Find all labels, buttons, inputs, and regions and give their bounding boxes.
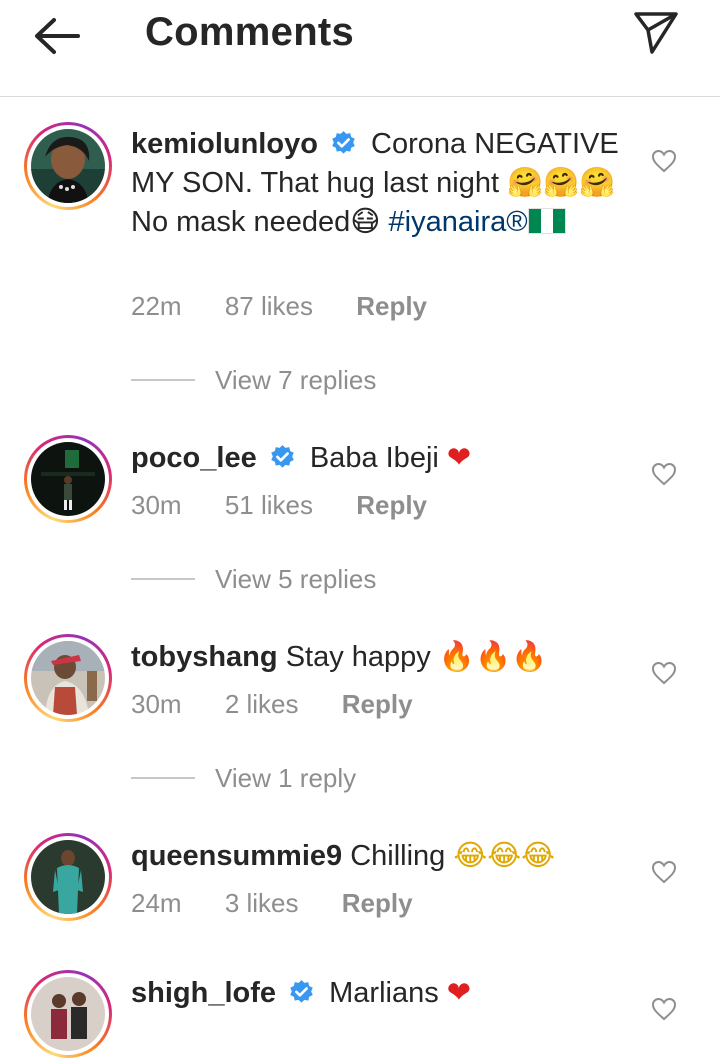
laughing-emoji-icon: 😂😂😂 bbox=[453, 838, 556, 872]
comment-time: 30m bbox=[131, 490, 182, 520]
replies-divider bbox=[131, 379, 195, 381]
comment-username[interactable]: poco_lee bbox=[131, 442, 257, 474]
comment-likes[interactable]: 87 likes bbox=[225, 291, 313, 321]
comment-likes[interactable]: 3 likes bbox=[225, 888, 299, 918]
replies-divider bbox=[131, 578, 195, 580]
top-bar: Comments bbox=[0, 0, 720, 97]
comment-username[interactable]: kemiolunloyo bbox=[131, 128, 318, 160]
reply-button[interactable]: Reply bbox=[356, 490, 427, 520]
mask-emoji-icon: 😷 bbox=[350, 204, 381, 238]
view-replies-label: View 1 reply bbox=[215, 763, 357, 793]
comment-meta: 30m 2 likes Reply bbox=[131, 689, 449, 720]
comment-text: tobyshang Stay happy 🔥🔥🔥 bbox=[131, 637, 631, 676]
comment-text: poco_lee Baba Ibeji ❤ bbox=[131, 438, 631, 477]
red-heart-emoji-icon: ❤ bbox=[446, 440, 472, 474]
comment-time: 30m bbox=[131, 689, 182, 719]
comment-likes[interactable]: 2 likes bbox=[225, 689, 299, 719]
view-replies-button[interactable]: View 7 replies bbox=[131, 365, 376, 396]
view-replies-button[interactable]: View 1 reply bbox=[131, 763, 356, 794]
avatar[interactable] bbox=[24, 435, 112, 523]
page-title: Comments bbox=[145, 10, 355, 54]
comment-body: Chilling bbox=[350, 840, 446, 872]
replies-divider bbox=[131, 777, 195, 779]
send-direct-icon[interactable] bbox=[630, 8, 682, 54]
like-heart-icon[interactable] bbox=[651, 997, 677, 1021]
reply-button[interactable]: Reply bbox=[356, 291, 427, 321]
comment-body-cont: No mask needed bbox=[131, 206, 351, 238]
like-heart-icon[interactable] bbox=[651, 149, 677, 173]
fire-emoji-icon: 🔥🔥🔥 bbox=[438, 639, 548, 673]
avatar[interactable] bbox=[24, 122, 112, 210]
comment-username[interactable]: queensummie9 bbox=[131, 840, 342, 872]
comment-body: Baba Ibeji bbox=[309, 442, 439, 474]
verified-badge-icon bbox=[290, 980, 313, 1003]
hashtag-link[interactable]: #iyanaira® bbox=[389, 206, 528, 238]
verified-badge-icon bbox=[332, 131, 355, 154]
verified-badge-icon bbox=[271, 445, 294, 468]
like-heart-icon[interactable] bbox=[651, 661, 677, 685]
view-replies-label: View 5 replies bbox=[215, 564, 377, 594]
view-replies-label: View 7 replies bbox=[215, 365, 377, 395]
like-heart-icon[interactable] bbox=[651, 860, 677, 884]
comment-text: kemiolunloyo Corona NEGATIVE MY SON. Tha… bbox=[131, 125, 631, 241]
comment-likes[interactable]: 51 likes bbox=[225, 490, 313, 520]
reply-button[interactable]: Reply bbox=[342, 689, 413, 719]
hug-emoji-icon: 🤗🤗🤗 bbox=[507, 165, 616, 199]
comment-meta: 22m 87 likes Reply bbox=[131, 291, 463, 322]
comment-text: queensummie9 Chilling 😂😂😂 bbox=[131, 836, 631, 875]
back-arrow-icon[interactable] bbox=[30, 14, 82, 58]
avatar[interactable] bbox=[24, 634, 112, 722]
reply-button[interactable]: Reply bbox=[342, 888, 413, 918]
comment-body: Marlians bbox=[329, 977, 439, 1009]
comment-meta: 30m 51 likes Reply bbox=[131, 490, 463, 521]
avatar[interactable] bbox=[24, 970, 112, 1058]
comment-body: Stay happy bbox=[285, 641, 431, 673]
comment-meta: 24m 3 likes Reply bbox=[131, 888, 449, 919]
view-replies-button[interactable]: View 5 replies bbox=[131, 564, 376, 595]
comment-username[interactable]: tobyshang bbox=[131, 641, 278, 673]
comment-username[interactable]: shigh_lofe bbox=[131, 977, 276, 1009]
like-heart-icon[interactable] bbox=[651, 462, 677, 486]
avatar[interactable] bbox=[24, 833, 112, 921]
comment-time: 22m bbox=[131, 291, 182, 321]
comment-time: 24m bbox=[131, 888, 182, 918]
nigeria-flag-icon bbox=[527, 208, 566, 234]
red-heart-emoji-icon: ❤ bbox=[446, 975, 472, 1009]
comment-text: shigh_lofe Marlians ❤ bbox=[131, 973, 631, 1012]
